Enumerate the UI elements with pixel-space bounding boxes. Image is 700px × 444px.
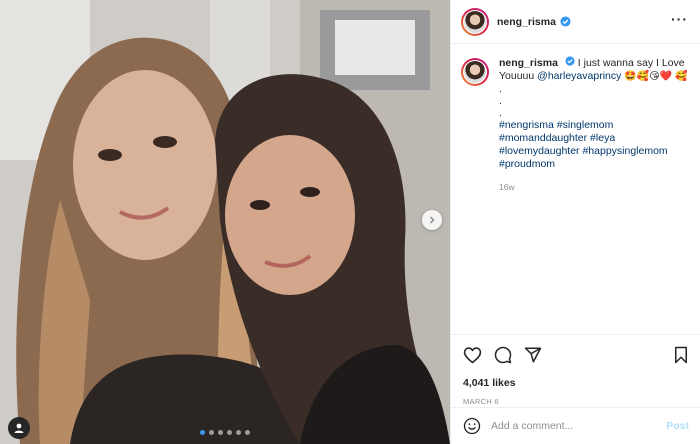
comment-bubble-icon[interactable] [494, 346, 512, 364]
caption: neng_risma I just wanna say I Love Youuu… [499, 56, 689, 334]
carousel-dot [227, 430, 232, 435]
avatar-image [464, 61, 486, 83]
comment-input[interactable] [491, 420, 667, 432]
actions-bar: 4,041 likes MARCH 6 [451, 334, 700, 406]
caption-dot-line: . [499, 107, 502, 119]
caption-time-ago[interactable]: 16w [499, 181, 689, 194]
caption-hashtags-line[interactable]: #momanddaughter #leya [499, 132, 689, 145]
heart-icon[interactable] [463, 346, 482, 364]
likes-count[interactable]: 4,041 likes [463, 377, 689, 389]
post-comment-button[interactable]: Post [666, 420, 689, 432]
tagged-users-button[interactable] [8, 417, 30, 439]
more-options-icon[interactable]: ··· [671, 12, 688, 26]
caption-dot-line: . [499, 95, 502, 107]
carousel-dot [218, 430, 223, 435]
smiley-icon[interactable] [463, 417, 481, 435]
header-username[interactable]: neng_risma [497, 16, 556, 28]
post-date: MARCH 6 [463, 397, 499, 406]
user-tag-icon [14, 423, 24, 433]
bookmark-icon[interactable] [673, 346, 689, 364]
caption-emoji-line2: 🥰 [675, 71, 688, 82]
carousel-next-button[interactable] [422, 210, 442, 230]
carousel-dot [245, 430, 250, 435]
photo-illustration [0, 0, 450, 444]
carousel-dot [209, 430, 214, 435]
paper-plane-icon[interactable] [524, 346, 542, 364]
caption-dot-line: . [499, 83, 502, 95]
comment-bar: Post [451, 407, 700, 444]
caption-mention[interactable]: @harleyavaprincy [537, 70, 621, 82]
avatar-image [464, 10, 486, 33]
caption-avatar[interactable] [461, 58, 489, 86]
carousel-dot [200, 430, 205, 435]
chevron-right-icon [430, 216, 435, 224]
caption-username[interactable]: neng_risma [499, 57, 558, 69]
caption-hashtags-line[interactable]: #nengrisma #singlemom [499, 119, 689, 132]
caption-section: neng_risma I just wanna say I Love Youuu… [451, 44, 700, 334]
post-header: neng_risma ··· [451, 0, 700, 44]
verified-badge-icon [565, 56, 575, 66]
post-details-panel: neng_risma ··· neng_risma I just wanna s… [450, 0, 700, 444]
verified-badge-icon [560, 16, 571, 27]
caption-hashtags-line[interactable]: #lovemydaughter #happysinglemom [499, 145, 689, 158]
caption-emojis: 🤩🥰😘❤️ [624, 71, 673, 82]
carousel-dot [236, 430, 241, 435]
avatar[interactable] [461, 7, 489, 36]
post-photo[interactable] [0, 0, 450, 444]
carousel-dots [200, 430, 250, 435]
caption-hashtags-line[interactable]: #proudmom [499, 158, 689, 171]
